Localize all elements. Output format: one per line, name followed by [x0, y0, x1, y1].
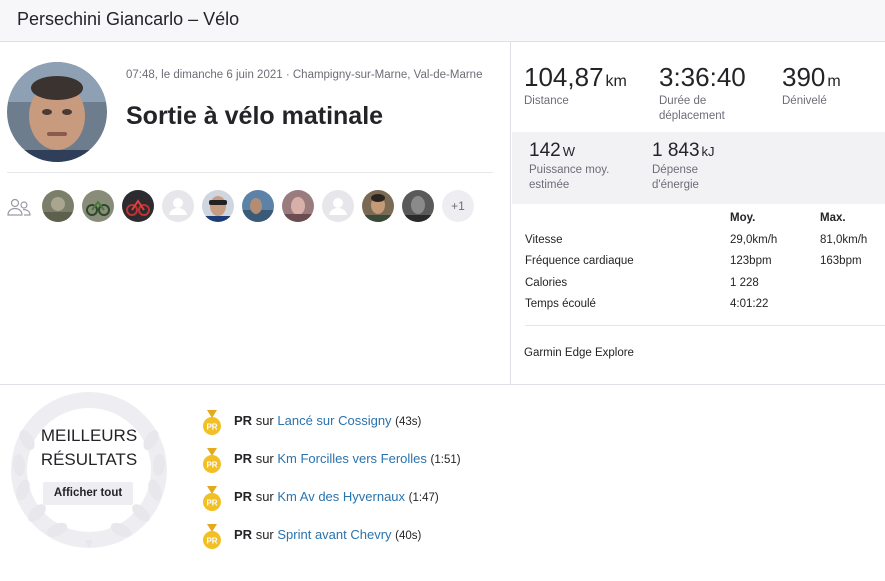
- stat-energy: 1 843 kJ Dépense d'énergie: [652, 140, 762, 193]
- table-row: Calories 1 228: [525, 277, 885, 297]
- medal-icon: PR: [203, 410, 221, 435]
- group-icon: [7, 198, 31, 216]
- row-max: 163bpm: [820, 255, 862, 267]
- segment-link[interactable]: Km Av des Hyvernaux: [277, 489, 405, 504]
- distance-label: Distance: [524, 95, 569, 107]
- segment-time: (1:47): [408, 492, 439, 504]
- page-header: Persechini Giancarlo – Vélo: [0, 0, 885, 42]
- stat-power: 142 W Puissance moy. estimée: [529, 140, 639, 193]
- row-avg: 4:01:22: [730, 298, 769, 310]
- power-label: Puissance moy. estimée: [529, 164, 610, 191]
- row-label: Temps écoulé: [525, 298, 596, 310]
- svg-text:PR: PR: [206, 537, 217, 546]
- row-avg: 29,0km/h: [730, 234, 778, 246]
- table-row: Temps écoulé 4:01:22: [525, 298, 885, 318]
- column-header-avg: Moy.: [730, 212, 756, 224]
- table-row: Fréquence cardiaque 123bpm 163bpm: [525, 255, 885, 275]
- more-athletes-button[interactable]: +1: [442, 190, 474, 222]
- achievements-title: MEILLEURS RÉSULTATS: [40, 426, 138, 469]
- athlete-avatar[interactable]: [122, 190, 154, 222]
- athlete-avatar[interactable]: [402, 190, 434, 222]
- table-row: Vitesse 29,0km/h 81,0km/h: [525, 234, 885, 254]
- distance-value: 104,87: [524, 62, 604, 92]
- row-label: Fréquence cardiaque: [525, 255, 634, 267]
- moving-time-label: Durée de déplacement: [659, 95, 725, 122]
- elevation-value: 390: [782, 62, 826, 92]
- activity-title: Sortie à vélo matinale: [126, 102, 384, 130]
- device-name: Garmin Edge Explore: [524, 347, 634, 359]
- medal-icon: PR: [203, 486, 221, 511]
- svg-text:PR: PR: [206, 461, 217, 470]
- row-max: 81,0km/h: [820, 234, 868, 246]
- elevation-unit: m: [827, 73, 841, 90]
- medal-icon: PR: [203, 448, 221, 473]
- energy-unit: kJ: [701, 144, 715, 159]
- energy-value: 1 843: [652, 140, 700, 161]
- medal-icon: PR: [203, 524, 221, 549]
- power-unit: W: [562, 144, 575, 159]
- power-value: 142: [529, 140, 561, 161]
- energy-label: Dépense d'énergie: [652, 164, 699, 191]
- athlete-avatar[interactable]: [282, 190, 314, 222]
- athlete-avatar[interactable]: [362, 190, 394, 222]
- segment-time: (40s): [395, 530, 422, 542]
- stat-distance: 104,87 km Distance: [524, 62, 627, 109]
- segment-link[interactable]: Sprint avant Chevry: [277, 527, 391, 542]
- segment-link[interactable]: Km Forcilles vers Ferolles: [277, 451, 427, 466]
- athlete-avatar-placeholder[interactable]: [162, 190, 194, 222]
- segment-link[interactable]: Lancé sur Cossigny: [277, 413, 391, 428]
- segment-time: (43s): [395, 416, 422, 428]
- svg-text:PR: PR: [206, 423, 217, 432]
- svg-text:PR: PR: [206, 499, 217, 508]
- segment-time: (1:51): [430, 454, 461, 466]
- athlete-avatar[interactable]: [242, 190, 274, 222]
- row-label: Calories: [525, 277, 568, 289]
- activity-meta: 07:48, le dimanche 6 juin 2021 · Champig…: [126, 69, 483, 81]
- activity-stats: 104,87 km Distance 3:36:40 Durée de dépla…: [510, 42, 885, 384]
- stat-moving-time: 3:36:40 Durée de déplacement: [659, 62, 759, 124]
- secondary-stats: 142 W Puissance moy. estimée 1 843 kJ Dépe…: [512, 132, 885, 204]
- row-label: Vitesse: [525, 234, 563, 246]
- divider: [525, 325, 885, 326]
- athlete-avatar-placeholder[interactable]: [322, 190, 354, 222]
- divider: [7, 172, 493, 173]
- divider: [0, 384, 885, 385]
- athlete-avatar[interactable]: [202, 190, 234, 222]
- achievements-badge: MEILLEURS RÉSULTATS Afficher tout: [5, 390, 173, 550]
- distance-unit: km: [605, 73, 627, 90]
- row-avg: 1 228: [730, 277, 759, 289]
- stat-elevation: 390 m Dénivelé: [782, 62, 841, 109]
- activity-summary: 07:48, le dimanche 6 juin 2021 · Champig…: [0, 42, 510, 384]
- athlete-avatar[interactable]: [7, 62, 107, 162]
- moving-time-value: 3:36:40: [659, 62, 746, 92]
- column-header-max: Max.: [820, 212, 846, 224]
- page-title: Persechini Giancarlo – Vélo: [17, 9, 240, 29]
- athlete-avatar[interactable]: [82, 190, 114, 222]
- athlete-avatar[interactable]: [42, 190, 74, 222]
- show-all-button[interactable]: Afficher tout: [43, 482, 133, 505]
- elevation-label: Dénivelé: [782, 95, 827, 107]
- row-avg: 123bpm: [730, 255, 772, 267]
